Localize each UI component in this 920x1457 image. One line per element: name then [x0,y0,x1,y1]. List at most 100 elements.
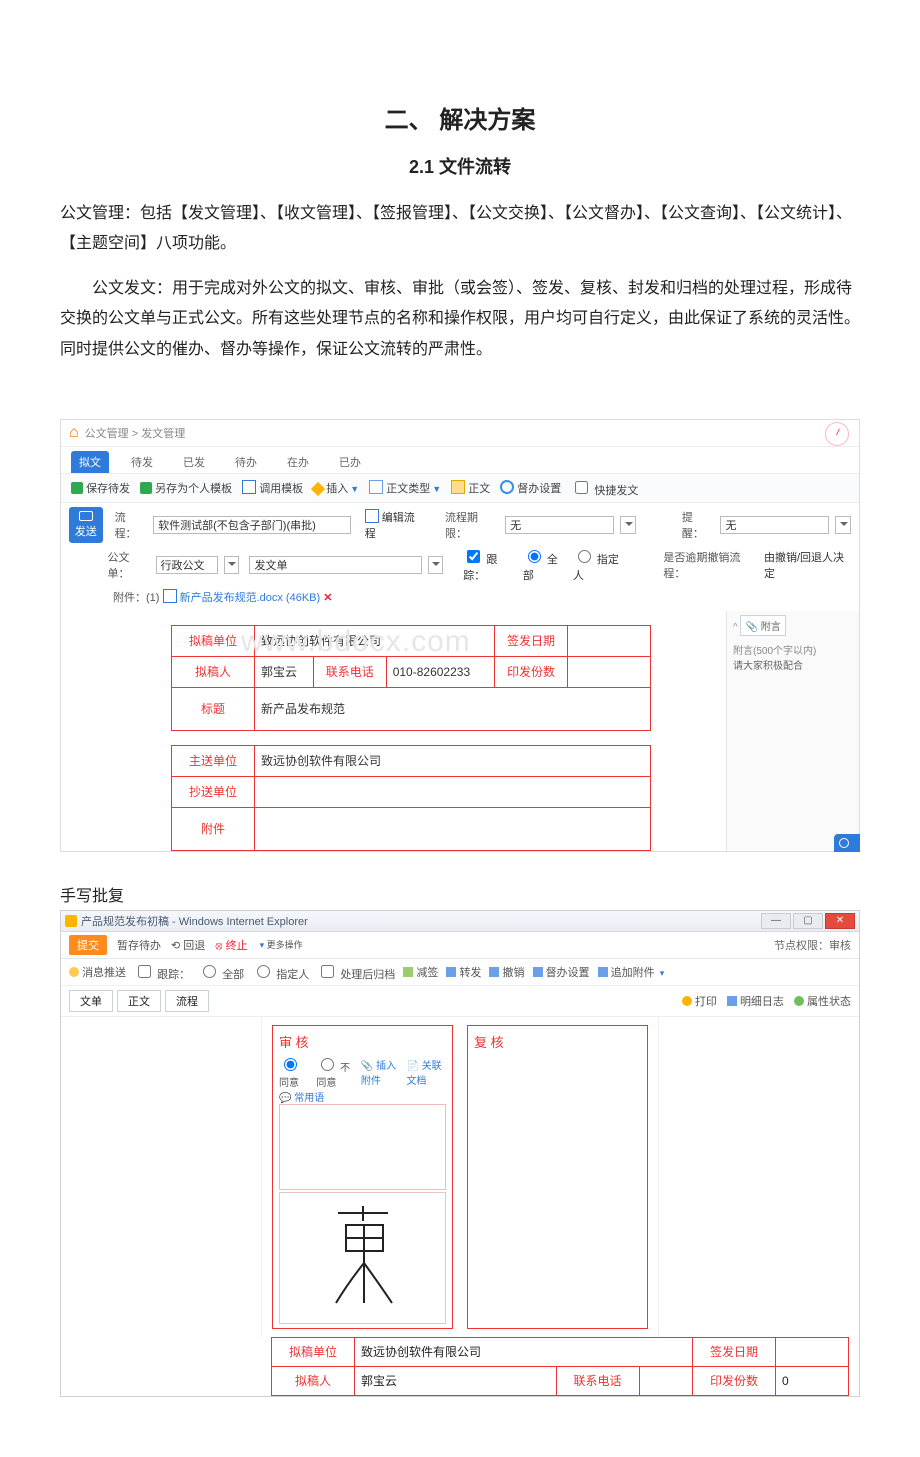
remind-chevron-icon[interactable] [835,516,851,534]
supervise-button-2[interactable]: 督办设置 [533,964,590,980]
track-checkbox-2[interactable]: 跟踪： [134,962,190,982]
archive-checkbox[interactable]: 处理后归档 [317,962,395,982]
sound-icon[interactable] [834,834,860,852]
more-actions-button[interactable]: ▾ 更多操作 [260,938,303,951]
log-button[interactable]: 明细日志 [727,993,784,1009]
val-copies[interactable] [568,656,651,687]
tab-doing[interactable]: 在办 [279,451,317,473]
remove-attachment-icon[interactable]: ✕ [323,592,332,604]
val-mainsend[interactable]: 致远协创软件有限公司 [255,745,651,776]
lbl-draft-unit: 拟稿单位 [172,625,255,656]
home-icon[interactable]: ⌂ [69,424,79,442]
stop-button[interactable]: ⦻ 终止 [215,937,247,953]
screenshot-send-doc: www.bdocx.com ⌂ 公文管理 > 发文管理 拟文 待发 已发 待办 … [60,419,860,852]
supervise-button[interactable]: 督办设置 [500,480,561,496]
side-attach-header[interactable]: 📎 附言 [740,615,785,636]
tab-tosend[interactable]: 待发 [123,451,161,473]
tab-todo[interactable]: 待办 [227,451,265,473]
track-all-radio[interactable]: 全部 [523,547,567,583]
insert-button[interactable]: 插入▼ [313,480,359,496]
msg-push-button[interactable]: 消息推送 [69,964,126,980]
lbl-cc: 抄送单位 [172,776,255,807]
revoke-button[interactable]: 撤销 [489,964,524,980]
window-minimize-button[interactable]: — [761,913,791,929]
form-label: 公文单： [107,549,149,581]
val-title[interactable]: 新产品发布规范 [255,687,651,730]
clock-icon [825,422,849,446]
form-name-select[interactable]: 发文单 [249,556,421,574]
disagree-radio[interactable]: 不同意 [316,1055,355,1089]
right-gutter [658,1017,859,1337]
remind-select[interactable]: 无 [720,516,829,534]
paragraph-2: 公文发文：用于完成对外公文的拟文、审核、审批（或会签）、签发、复核、封发和归档的… [60,274,860,365]
relate-doc-link[interactable]: 📄 关联文档 [406,1057,446,1087]
form-name-chevron-icon[interactable] [428,556,443,574]
val2-phone[interactable] [639,1366,692,1395]
val-cc[interactable] [255,776,651,807]
attach-count-label: 附件：(1) [113,592,159,604]
process-input[interactable]: 软件测试部(不包含子部门)(串批) [153,516,351,534]
temp-save-button[interactable]: 暂存待办 [117,937,161,953]
quick-send-checkbox[interactable]: 快捷发文 [571,478,638,498]
body-button[interactable]: 正文 [451,480,490,496]
val2-drafter[interactable]: 郭宝云 [355,1366,557,1395]
tab-sent[interactable]: 已发 [175,451,213,473]
insert-attach-link[interactable]: 📎 插入附件 [361,1057,401,1087]
remind-label: 提醒： [682,509,715,541]
deadline-chevron-icon[interactable] [620,516,636,534]
reduce-button[interactable]: 减签 [403,964,438,980]
window-maximize-button[interactable]: ▢ [793,913,823,929]
print-button[interactable]: 打印 [682,993,717,1009]
save-draft-button[interactable]: 保存待发 [71,480,130,496]
form-type-select[interactable]: 行政公文 [156,556,219,574]
val2-sign-date[interactable] [776,1337,849,1366]
cancel-label: 是否逾期撤销流程： [663,549,758,581]
edit-process-button[interactable]: 编辑流程 [365,509,425,541]
subtab-form[interactable]: 文单 [69,990,113,1012]
handwriting-signature-icon [318,1203,408,1313]
deadline-select[interactable]: 无 [505,516,614,534]
track-checkbox[interactable]: 跟踪： [463,547,517,583]
lbl2-draft-unit: 拟稿单位 [272,1337,355,1366]
form-type-chevron-icon[interactable] [224,556,239,574]
add-attach-button[interactable]: 追加附件 ▾ [598,964,665,980]
window-close-button[interactable]: ✕ [825,913,855,929]
side-panel: ^ 📎 附言 附言(500个字以内) 请大家积极配合 [726,611,859,851]
attr-button[interactable]: 属性状态 [794,993,851,1009]
review-textarea[interactable] [279,1104,446,1190]
val-phone[interactable]: 010-82602233 [386,656,494,687]
tab-done[interactable]: 已办 [331,451,369,473]
val-drafter[interactable]: 郭宝云 [255,656,314,687]
tab-draft[interactable]: 拟文 [71,451,109,473]
send-button[interactable]: 发送 [69,507,103,543]
track-assign-radio[interactable]: 指定人 [573,547,628,583]
file-icon [163,589,177,603]
val-attach[interactable] [255,807,651,850]
agree-radio[interactable]: 同意 [279,1055,310,1089]
cancel-value: 由撤销/回退人决定 [764,549,851,581]
signature-area[interactable] [279,1192,446,1324]
common-phrase-link[interactable]: 💬 常用语 [279,1089,324,1104]
val2-draft-unit[interactable]: 致远协创软件有限公司 [355,1337,693,1366]
forward-button[interactable]: 转发 [446,964,481,980]
call-template-button[interactable]: 调用模板 [242,480,303,496]
back-button[interactable]: ⟲ 回退 [171,937,205,953]
val-draft-unit[interactable]: 致远协创软件有限公司 [255,625,495,656]
attachment-link[interactable]: 新产品发布规范.docx (46KB) [180,592,321,604]
breadcrumb: 公文管理 > 发文管理 [85,425,186,441]
side-tip-text: 请大家积极配合 [733,657,853,672]
subtab-process[interactable]: 流程 [165,990,209,1012]
save-template-button[interactable]: 另存为个人模板 [140,480,232,496]
val-sign-date[interactable] [568,625,651,656]
tab-bar: 拟文 待发 已发 待办 在办 已办 [61,447,859,473]
subtab-body[interactable]: 正文 [117,990,161,1012]
send-form-table: 拟稿单位 致远协创软件有限公司 签发日期 拟稿人 郭宝云 联系电话 010-82… [171,625,651,851]
body-type-button[interactable]: 正文类型▼ [369,480,441,496]
submit-button[interactable]: 提交 [69,935,107,955]
window-title: 产品规范发布初稿 - Windows Internet Explorer [81,913,308,929]
val2-copies[interactable]: 0 [776,1366,849,1395]
track-assign-radio-2[interactable]: 指定人 [252,962,309,982]
track-all-radio-2[interactable]: 全部 [198,962,244,982]
recheck-title: 复 核 [474,1030,641,1055]
screenshot-handwrite: 产品规范发布初稿 - Windows Internet Explorer — ▢… [60,910,860,1397]
